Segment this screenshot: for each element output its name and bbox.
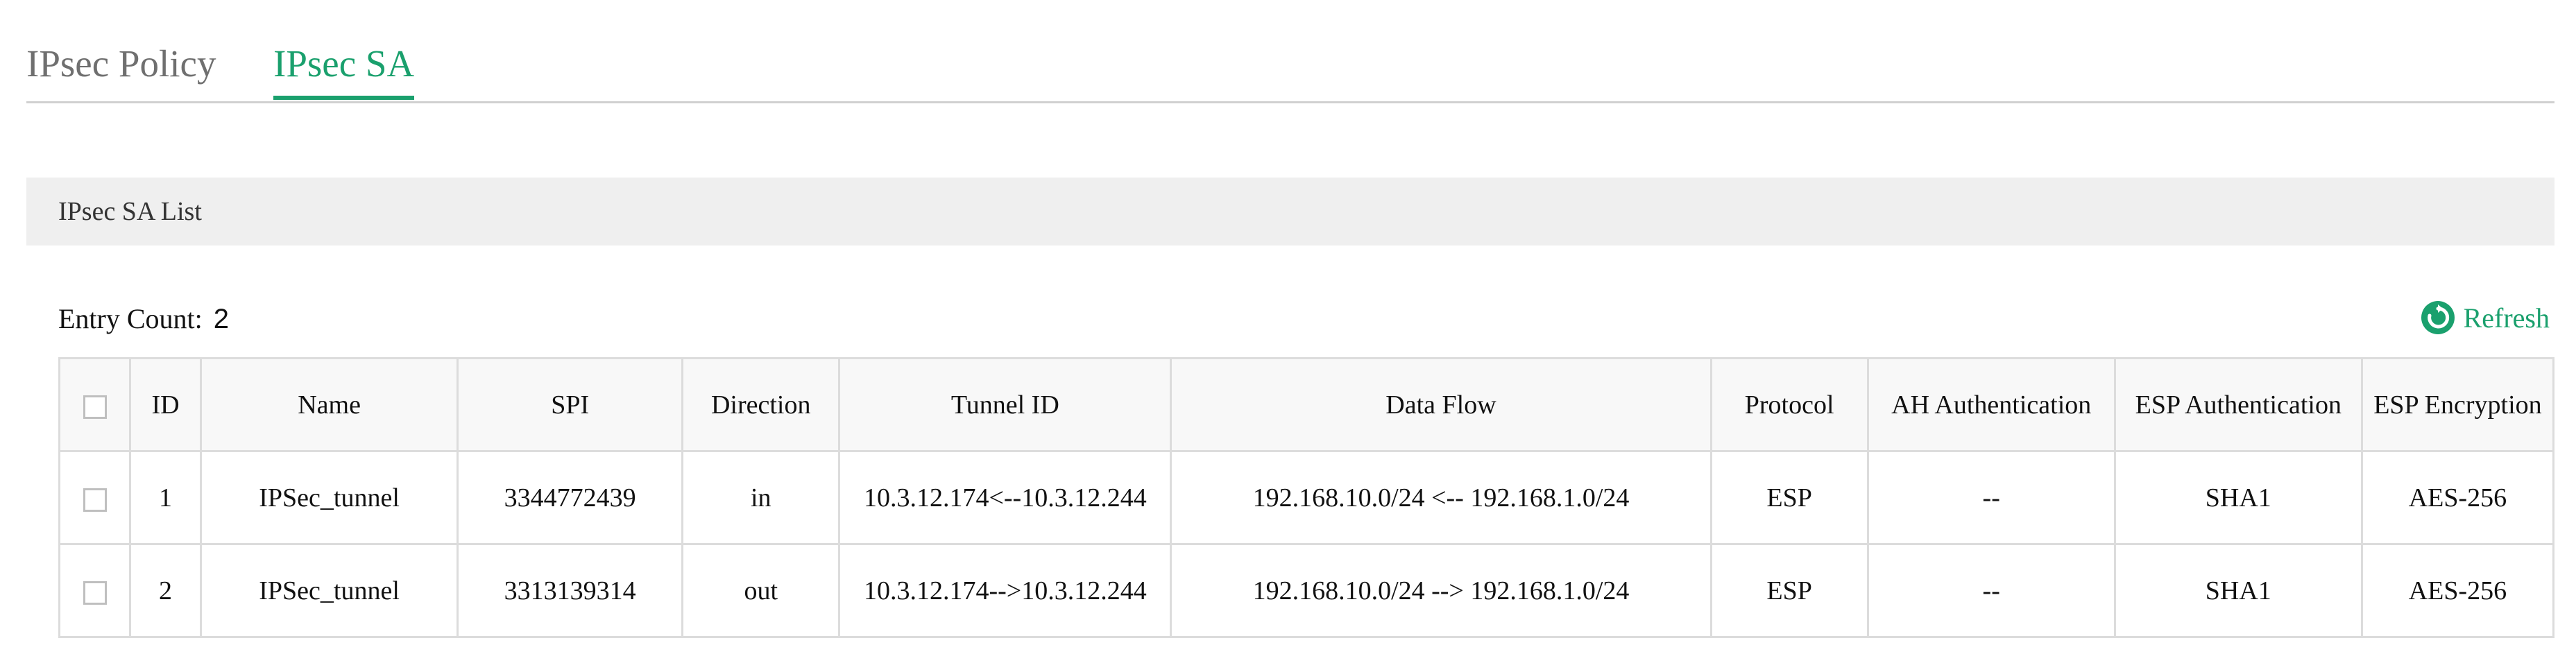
cell-direction: in [681,450,841,545]
select-all-checkbox[interactable] [83,395,107,419]
column-header-esp-authentication: ESP Authentication [2113,357,2363,452]
cell-protocol: ESP [1709,450,1869,545]
cell-name: IPSec_tunnel [200,543,459,638]
cell-name: IPSec_tunnel [200,450,459,545]
section-title: IPsec SA List [58,197,202,226]
tab-ipsec-policy[interactable]: IPsec Policy [26,36,216,92]
table-row: 1 IPSec_tunnel 3344772439 in 10.3.12.174… [58,450,2555,545]
cell-data-flow: 192.168.10.0/24 --> 192.168.1.0/24 [1170,543,1712,638]
cell-tunnel-id: 10.3.12.174<--10.3.12.244 [838,450,1172,545]
table-header-row: ID Name SPI Direction Tunnel ID Data Flo… [58,357,2555,452]
cell-esp-authentication: SHA1 [2113,543,2363,638]
row-select-cell [58,543,132,638]
section-header: IPsec SA List [26,178,2554,246]
refresh-label: Refresh [2463,302,2550,334]
cell-protocol: ESP [1709,543,1869,638]
select-all-cell [58,357,132,452]
entry-count-value: 2 [213,304,230,334]
cell-id: 1 [129,450,203,545]
entry-count: Entry Count: 2 [58,302,229,336]
cell-id: 2 [129,543,203,638]
cell-spi: 3313139314 [457,543,684,638]
entry-count-label: Entry Count: [58,303,203,334]
cell-spi: 3344772439 [457,450,684,545]
column-header-data-flow: Data Flow [1170,357,1712,452]
column-header-protocol: Protocol [1709,357,1869,452]
column-header-ah-authentication: AH Authentication [1866,357,2116,452]
cell-esp-authentication: SHA1 [2113,450,2363,545]
refresh-button[interactable]: Refresh [2421,298,2550,337]
cell-ah-authentication: -- [1866,450,2116,545]
column-header-id: ID [129,357,203,452]
table-row: 2 IPSec_tunnel 3313139314 out 10.3.12.17… [58,543,2555,638]
column-header-name: Name [200,357,459,452]
cell-esp-encryption: AES-256 [2360,543,2555,638]
refresh-icon [2421,301,2455,334]
cell-direction: out [681,543,841,638]
row-select-cell [58,450,132,545]
ipsec-sa-table: ID Name SPI Direction Tunnel ID Data Flo… [58,357,2555,638]
column-header-direction: Direction [681,357,841,452]
cell-data-flow: 192.168.10.0/24 <-- 192.168.1.0/24 [1170,450,1712,545]
cell-tunnel-id: 10.3.12.174-->10.3.12.244 [838,543,1172,638]
row-checkbox[interactable] [83,488,107,512]
tab-ipsec-sa[interactable]: IPsec SA [273,36,415,100]
row-checkbox[interactable] [83,580,107,605]
tab-bar: IPsec Policy IPsec SA [26,0,2554,103]
cell-ah-authentication: -- [1866,543,2116,638]
column-header-tunnel-id: Tunnel ID [838,357,1172,452]
column-header-spi: SPI [457,357,684,452]
cell-esp-encryption: AES-256 [2360,450,2555,545]
column-header-esp-encryption: ESP Encryption [2360,357,2555,452]
